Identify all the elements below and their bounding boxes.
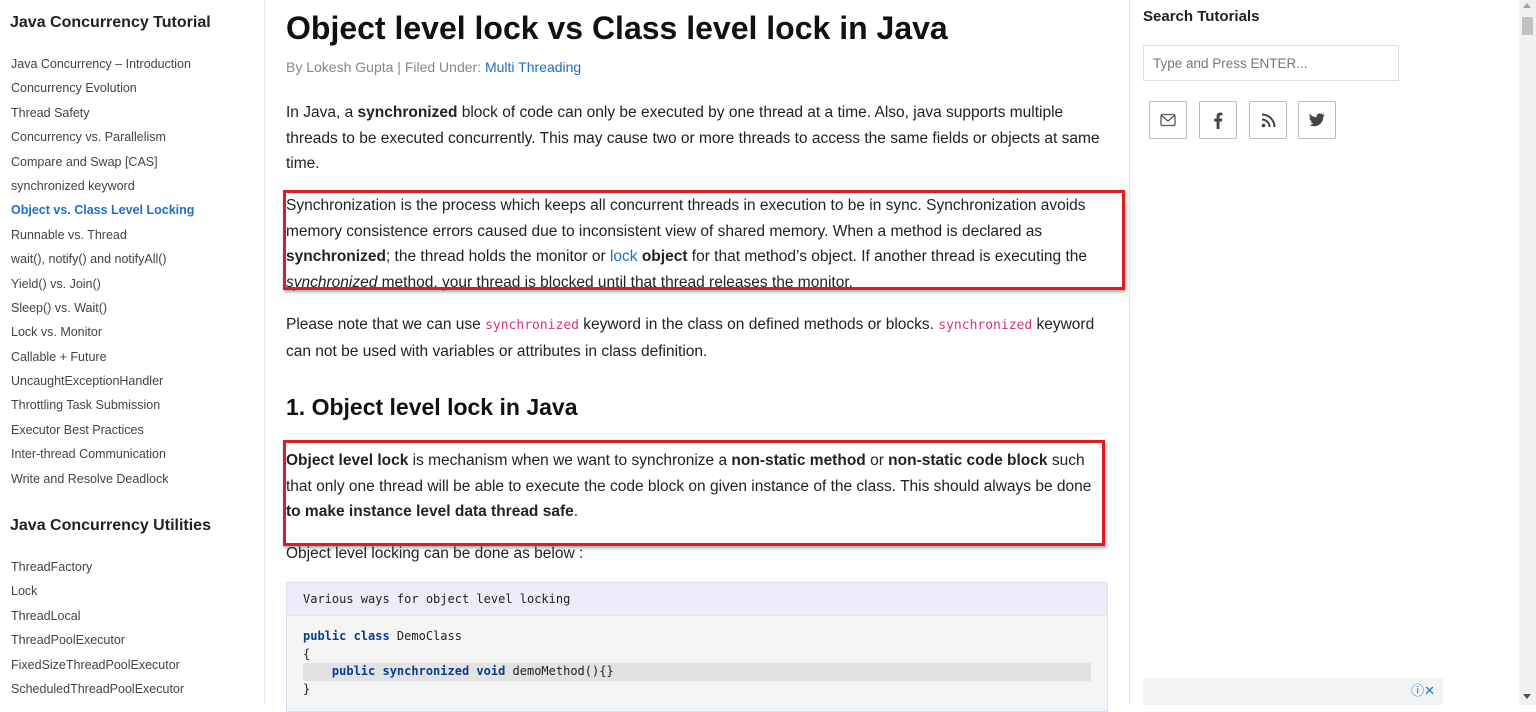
lock-link[interactable]: lock (610, 248, 638, 265)
rss-button[interactable] (1249, 101, 1287, 139)
article-byline: By Lokesh Gupta | Filed Under: Multi Thr… (286, 59, 581, 75)
inline-code: synchronized (938, 318, 1033, 333)
sidebar-item-runnable-vs-thread[interactable]: Runnable vs. Thread (11, 226, 194, 250)
search-heading: Search Tutorials (1143, 8, 1260, 25)
sidebar-item-throttling-task-submission[interactable]: Throttling Task Submission (11, 396, 194, 420)
sidebar-item-thread-safety[interactable]: Thread Safety (11, 104, 194, 128)
twitter-button[interactable] (1298, 101, 1336, 139)
sidebar-item-threadpoolexecutor[interactable]: ThreadPoolExecutor (11, 631, 184, 655)
sidebar-item-uncaughtexceptionhandler[interactable]: UncaughtExceptionHandler (11, 372, 194, 396)
code-text: demoMethod(){} (505, 664, 614, 678)
sidebar-item-compare-and-swap-cas[interactable]: Compare and Swap [CAS] (11, 153, 194, 177)
sidebar-item-java-concurrency-introduction[interactable]: Java Concurrency – Introduction (11, 55, 194, 79)
bold-text: non-static code block (888, 452, 1048, 469)
email-icon (1160, 113, 1176, 127)
text: for that method’s object. If another thr… (687, 248, 1087, 266)
sidebar-item-lock[interactable]: Lock (11, 582, 184, 606)
sidebar-item-lock-vs-monitor[interactable]: Lock vs. Monitor (11, 323, 194, 347)
code-block-body: public class DemoClass { public synchron… (287, 616, 1107, 698)
sidebar-item-yield-vs-join[interactable]: Yield() vs. Join() (11, 275, 194, 299)
code-line: { (303, 646, 311, 661)
sidebar-item-wait-notify-and-notifyall[interactable]: wait(), notify() and notifyAll() (11, 250, 194, 274)
sidebar-heading-concurrency-tutorial: Java Concurrency Tutorial (10, 14, 211, 31)
email-button[interactable] (1149, 101, 1187, 139)
facebook-button[interactable] (1199, 101, 1237, 139)
facebook-icon (1214, 112, 1223, 129)
bold-text: synchronized (357, 104, 458, 121)
ad-banner: ⓘ✕ (1143, 678, 1443, 705)
paragraph-object-level-lock: Object level lock is mechanism when we w… (286, 448, 1108, 525)
bold-text: to make instance level data thread safe (286, 503, 574, 521)
text: keyword in the class on defined methods … (578, 316, 939, 333)
code-line-highlighted: public synchronized void demoMethod(){} (303, 663, 1091, 681)
text: method, your thread is blocked until tha… (377, 273, 853, 291)
bold-text: synchronized (286, 248, 386, 266)
inline-code: synchronized (485, 318, 579, 333)
sidebar-item-object-vs-class-level-locking[interactable]: Object vs. Class Level Locking (11, 201, 194, 225)
sidebar-heading-concurrency-utilities: Java Concurrency Utilities (10, 517, 211, 534)
code-line: } (303, 681, 311, 696)
code-text: DemoClass (389, 629, 462, 643)
text: Synchronization is the process which kee… (286, 197, 1086, 240)
bold-text: Object level lock (286, 452, 409, 469)
paragraph-synchronization: Synchronization is the process which kee… (286, 193, 1108, 295)
sidebar-item-write-and-resolve-deadlock[interactable]: Write and Resolve Deadlock (11, 470, 194, 494)
left-sidebar: Java Concurrency Tutorial Java Concurren… (0, 0, 265, 705)
sidebar-item-scheduledthreadpoolexecutor[interactable]: ScheduledThreadPoolExecutor (11, 680, 184, 704)
text: Please note that we can use (286, 316, 486, 333)
sidebar-item-fixedsizethreadpoolexecutor[interactable]: FixedSizeThreadPoolExecutor (11, 656, 184, 680)
search-input[interactable] (1143, 45, 1399, 81)
sidebar-item-threadlocal[interactable]: ThreadLocal (11, 607, 184, 631)
code-keyword: public synchronized void (331, 664, 506, 678)
paragraph-note: Please note that we can use synchronized… (286, 312, 1108, 364)
rss-icon (1261, 113, 1275, 127)
category-link[interactable]: Multi Threading (485, 59, 581, 75)
scroll-down-arrow-icon[interactable] (1523, 694, 1531, 699)
text: ; the thread holds the monitor or (385, 248, 610, 266)
paragraph-locking-intro: Object level locking can be done as belo… (286, 545, 584, 562)
scrollbar-thumb[interactable] (1522, 17, 1533, 35)
code-block: Various ways for object level locking pu… (286, 582, 1108, 712)
sidebar-item-inter-thread-communication[interactable]: Inter-thread Communication (11, 445, 194, 469)
code-keyword: public class (303, 629, 390, 643)
byline-author: By Lokesh Gupta | Filed Under: (286, 59, 485, 75)
sidebar-list-utilities: ThreadFactory Lock ThreadLocal ThreadPoolEx… (11, 558, 184, 704)
paragraph-intro: In Java, a synchronized block of code ca… (286, 100, 1108, 177)
sidebar-item-threadfactory[interactable]: ThreadFactory (11, 558, 184, 582)
ad-close-icon[interactable]: ⓘ✕ (1411, 680, 1435, 699)
code-block-header: Various ways for object level locking (287, 583, 1107, 616)
text: In Java, a (286, 104, 358, 121)
twitter-icon (1309, 113, 1325, 127)
italic-text: synchronized (286, 273, 378, 291)
text: . (573, 503, 579, 521)
text: is mechanism when we want to synchronize… (408, 452, 732, 469)
sidebar-item-concurrency-vs-parallelism[interactable]: Concurrency vs. Parallelism (11, 128, 194, 152)
page-scrollbar[interactable] (1519, 0, 1536, 705)
text: or (865, 452, 889, 469)
scroll-up-arrow-icon[interactable] (1523, 3, 1531, 8)
right-sidebar: Search Tutorials ⓘ✕ (1129, 0, 1459, 705)
bold-text: non-static method (731, 452, 866, 469)
page-title: Object level lock vs Class level lock in… (286, 10, 948, 46)
code-line: public class DemoClass (303, 628, 1091, 646)
sidebar-item-callable-future[interactable]: Callable + Future (11, 348, 194, 372)
bold-text: object (637, 248, 688, 266)
sidebar-list-tutorial: Java Concurrency – Introduction Concurren… (11, 55, 194, 494)
sidebar-item-sleep-vs-wait[interactable]: Sleep() vs. Wait() (11, 299, 194, 323)
sidebar-item-concurrency-evolution[interactable]: Concurrency Evolution (11, 79, 194, 103)
sidebar-item-synchronized-keyword[interactable]: synchronized keyword (11, 177, 194, 201)
sidebar-item-executor-best-practices[interactable]: Executor Best Practices (11, 421, 194, 445)
section-heading: 1. Object level lock in Java (286, 394, 1108, 434)
